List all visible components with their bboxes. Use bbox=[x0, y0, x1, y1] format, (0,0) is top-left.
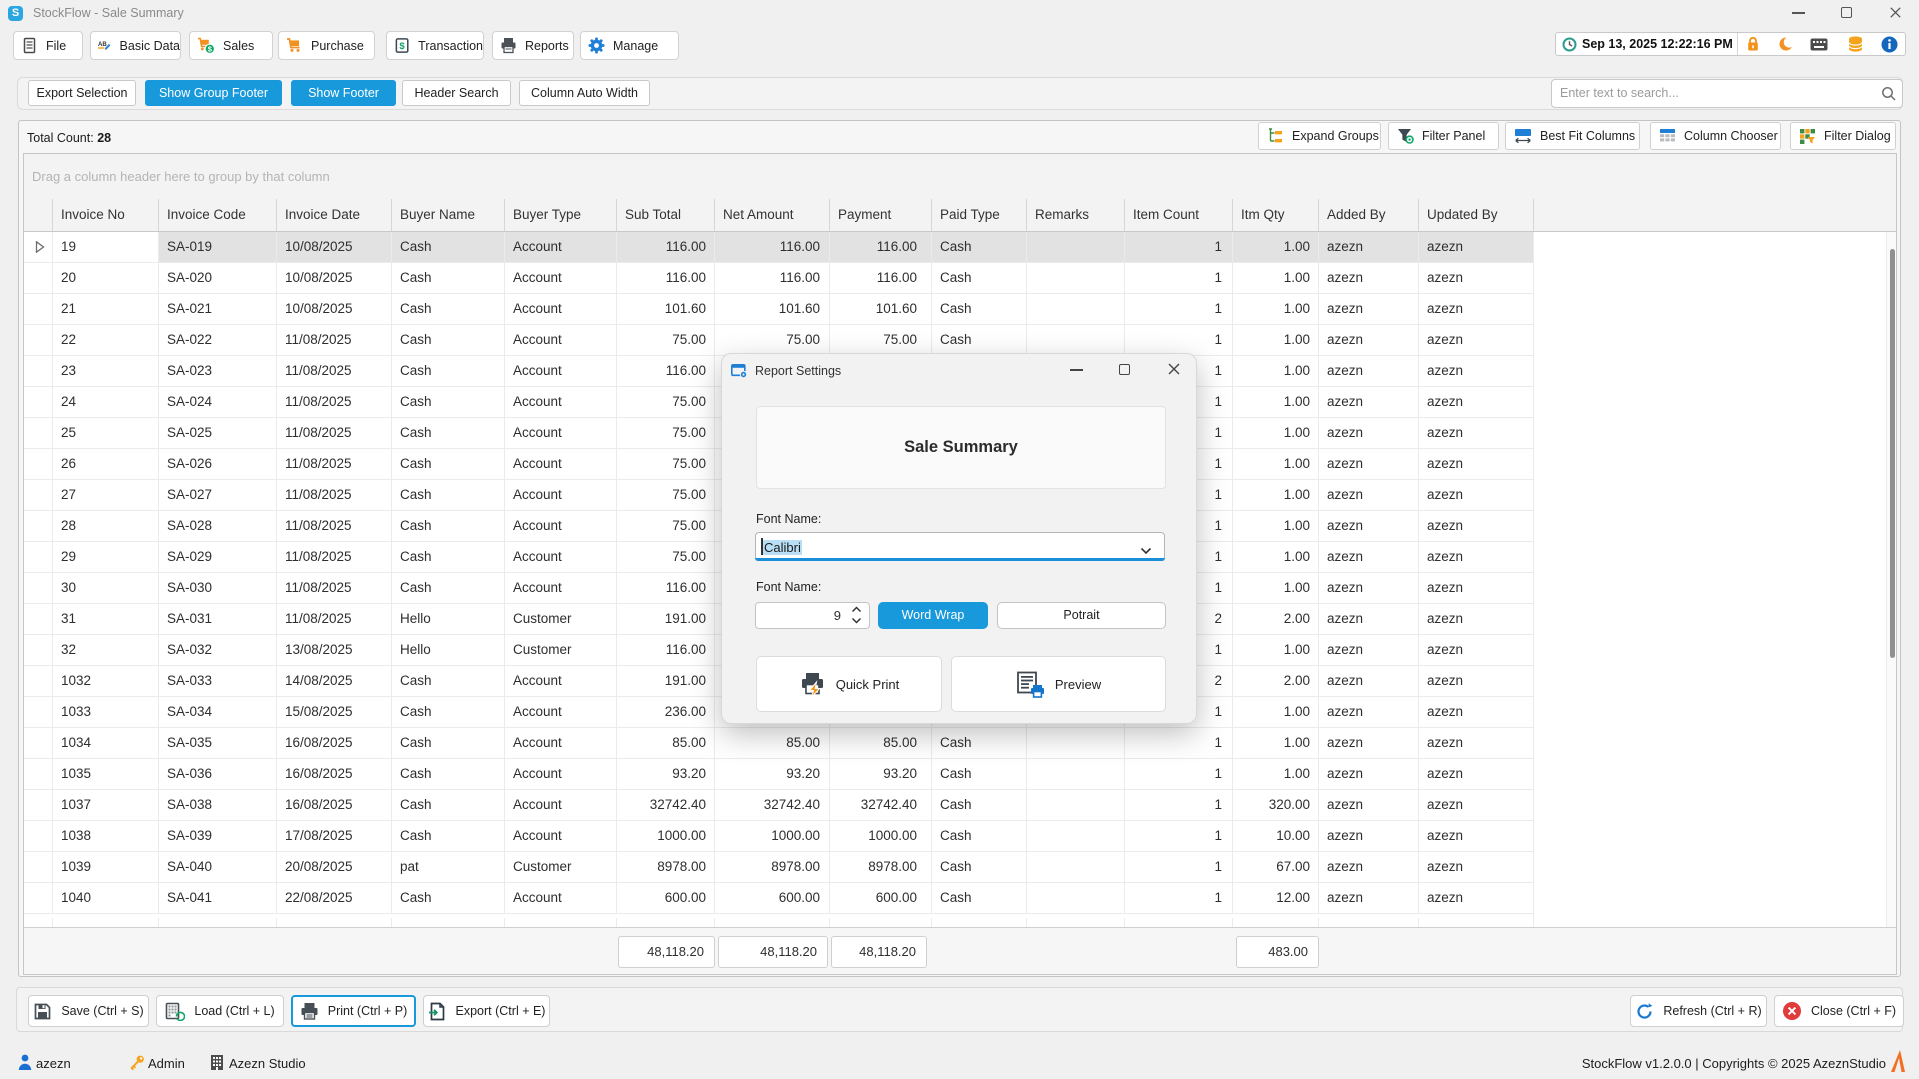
svg-text:AB: AB bbox=[98, 42, 107, 48]
svg-text:$: $ bbox=[399, 41, 405, 52]
